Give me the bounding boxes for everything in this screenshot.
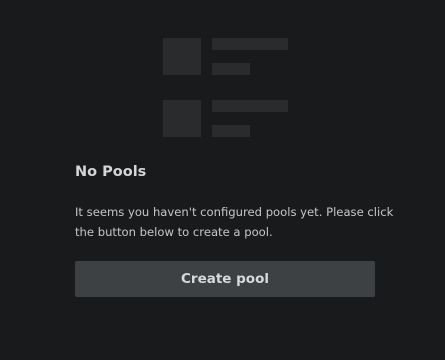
empty-state-panel: No Pools It seems you haven't configured…: [0, 0, 445, 360]
empty-state-description: It seems you haven't configured pools ye…: [75, 205, 394, 239]
placeholder-line-long-bottom: [212, 100, 288, 112]
list-placeholder-icon: [0, 0, 445, 160]
placeholder-square-top: [163, 38, 201, 75]
placeholder-square-bottom: [163, 100, 201, 137]
placeholder-line-short-bottom: [212, 125, 250, 137]
empty-state-title: No Pools: [75, 164, 147, 180]
create-pool-button[interactable]: Create pool: [75, 261, 375, 297]
placeholder-line-long-top: [212, 38, 288, 50]
placeholder-line-short-top: [212, 63, 250, 75]
